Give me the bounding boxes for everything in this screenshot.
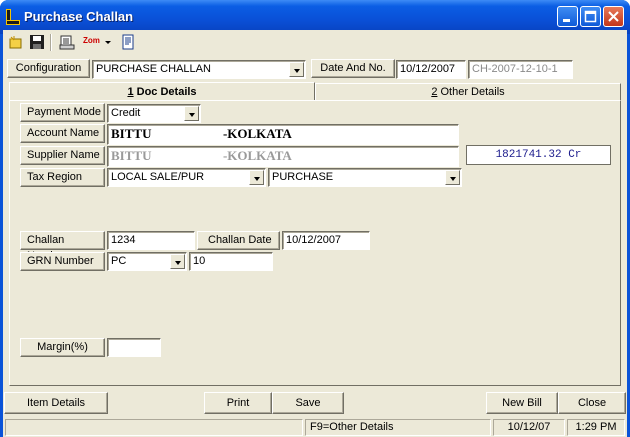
date-field[interactable]: 10/12/2007 (396, 60, 466, 79)
zoom-label[interactable]: Zom (83, 36, 100, 45)
chevron-down-icon[interactable] (445, 170, 460, 185)
margin-field[interactable] (107, 338, 161, 357)
tab-other-details-label: Other Details (437, 86, 505, 98)
configuration-value: PURCHASE CHALLAN (96, 63, 211, 75)
grn-prefix-value: PC (111, 255, 127, 267)
close-window-button[interactable] (603, 6, 624, 27)
minimize-button[interactable] (557, 6, 578, 27)
save-button-label: Save (295, 397, 321, 409)
status-bar: F9=Other Details 10/12/07 1:29 PM (3, 417, 627, 437)
chevron-down-icon[interactable] (104, 34, 112, 50)
payment-mode-value: Credit (111, 107, 141, 119)
close-button-label: Close (577, 397, 607, 409)
margin-label: Margin(%) (20, 338, 105, 357)
tax-type-value: PURCHASE (272, 171, 334, 183)
tab-doc-details-label: Doc Details (133, 86, 197, 98)
challan-date-label: Challan Date (197, 231, 280, 250)
tab-other-details[interactable]: 2 Other Details (315, 83, 621, 101)
balance-display: 1821741.32 Cr (466, 145, 611, 165)
challan-date-field[interactable]: 10/12/2007 (282, 231, 370, 250)
print-preview-icon[interactable] (59, 34, 75, 50)
payment-mode-label: Payment Mode (20, 103, 105, 122)
grn-number-label: GRN Number (20, 252, 105, 271)
tax-region-value: LOCAL SALE/PUR (111, 171, 205, 183)
challan-number-label: Challan Number (20, 231, 105, 262)
window-title: Purchase Challan (24, 9, 134, 24)
chevron-down-icon[interactable] (289, 62, 304, 77)
new-bill-button[interactable]: New Bill (486, 392, 558, 414)
toolbar: Zom (3, 30, 627, 56)
account-name-field[interactable]: BITTU -KOLKATA (107, 124, 459, 145)
tax-region-label: Tax Region (20, 168, 105, 187)
maximize-button[interactable] (580, 6, 601, 27)
chevron-down-icon[interactable] (170, 254, 185, 269)
new-document-icon[interactable] (8, 34, 24, 50)
tab-strip: 1 Doc Details 2 Other Details (9, 82, 621, 103)
status-hint: F9=Other Details (305, 419, 491, 436)
minimize-icon (563, 19, 570, 22)
account-name-label: Account Name (20, 124, 105, 143)
client-area: Zom Configuration PURCHASE CHALLAN Date … (3, 30, 627, 437)
supplier-name-field: BITTU -KOLKATA (107, 146, 459, 167)
grn-number-field[interactable]: 10 (189, 252, 273, 271)
supplier-name-label: Supplier Name (20, 146, 105, 165)
item-details-button-label: Item Details (26, 397, 86, 409)
toolbar-separator (50, 34, 52, 51)
item-details-button[interactable]: Item Details (4, 392, 108, 414)
save-icon[interactable] (29, 34, 45, 50)
date-and-no-button[interactable]: Date And No. (311, 59, 395, 78)
chevron-down-icon[interactable] (184, 106, 199, 121)
status-time: 1:29 PM (567, 419, 625, 436)
print-button[interactable]: Print (204, 392, 272, 414)
close-button[interactable]: Close (558, 392, 626, 414)
configuration-button[interactable]: Configuration (7, 59, 90, 78)
app-icon (6, 9, 20, 25)
tax-type-select[interactable]: PURCHASE (268, 168, 462, 187)
app-window: Purchase Challan Zom Configuration PURCH… (0, 0, 630, 437)
chevron-down-icon[interactable] (249, 170, 264, 185)
new-bill-button-label: New Bill (502, 397, 542, 409)
status-date: 10/12/07 (493, 419, 565, 436)
title-bar: Purchase Challan (0, 0, 630, 34)
challan-number-field[interactable]: 1234 (107, 231, 195, 250)
grn-prefix-select[interactable]: PC (107, 252, 187, 271)
document-number-field: CH-2007-12-10-1 (468, 60, 573, 79)
status-cell-empty (5, 419, 303, 436)
document-icon[interactable] (120, 34, 136, 50)
maximize-icon (584, 10, 597, 23)
close-icon (608, 11, 619, 22)
save-button[interactable]: Save (272, 392, 344, 414)
print-button-label: Print (226, 397, 250, 409)
payment-mode-select[interactable]: Credit (107, 104, 201, 123)
configuration-select[interactable]: PURCHASE CHALLAN (92, 60, 306, 79)
tax-region-select[interactable]: LOCAL SALE/PUR (107, 168, 266, 187)
